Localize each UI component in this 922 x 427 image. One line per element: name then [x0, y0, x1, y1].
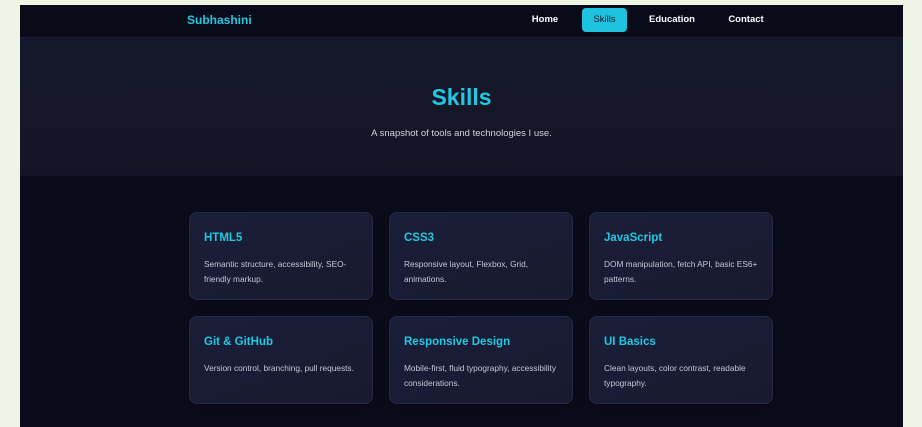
skill-card-html5: HTML5 Semantic structure, accessibility,…	[189, 212, 373, 300]
skill-card-description: Responsive layout, Flexbox, Grid, animat…	[404, 259, 529, 284]
nav-skills-link[interactable]: Skills	[582, 8, 627, 32]
skill-card-ui-basics: UI Basics Clean layouts, color contrast,…	[589, 316, 773, 404]
page-title: Skills	[431, 84, 492, 110]
nav-home-link[interactable]: Home	[525, 8, 565, 32]
page-subtitle: A snapshot of tools and technologies I u…	[371, 128, 552, 139]
skill-card-git: Git & GitHub Version control, branching,…	[189, 316, 373, 404]
brand-logo[interactable]: Subhashini	[187, 13, 252, 27]
skill-card-title: Responsive Design	[404, 336, 511, 348]
skill-card-javascript: JavaScript DOM manipulation, fetch API, …	[589, 212, 773, 300]
skill-card-title: UI Basics	[604, 336, 656, 348]
skill-card-description: Mobile-first, fluid typography, accessib…	[404, 363, 557, 388]
page-frame: Subhashini Home Skills Education Contact…	[20, 5, 903, 427]
skill-card-description: Clean layouts, color contrast, readable …	[604, 363, 746, 388]
navbar: Subhashini Home Skills Education Contact	[20, 5, 903, 38]
skill-card-title: JavaScript	[604, 232, 663, 244]
nav-contact-link[interactable]: Contact	[720, 8, 772, 32]
skill-card-title: HTML5	[204, 232, 243, 244]
skill-card-responsive-design: Responsive Design Mobile-first, fluid ty…	[389, 316, 573, 404]
skill-card-css3: CSS3 Responsive layout, Flexbox, Grid, a…	[389, 212, 573, 300]
skill-card-title: CSS3	[404, 232, 435, 244]
skill-card-description: Version control, branching, pull request…	[204, 363, 354, 373]
nav-education-link[interactable]: Education	[641, 8, 703, 32]
hero-section: Skills A snapshot of tools and technolog…	[20, 38, 903, 176]
skill-card-description: DOM manipulation, fetch API, basic ES6+ …	[604, 259, 758, 284]
skill-card-title: Git & GitHub	[204, 336, 273, 348]
skill-card-description: Semantic structure, accessibility, SEO-f…	[204, 259, 347, 284]
